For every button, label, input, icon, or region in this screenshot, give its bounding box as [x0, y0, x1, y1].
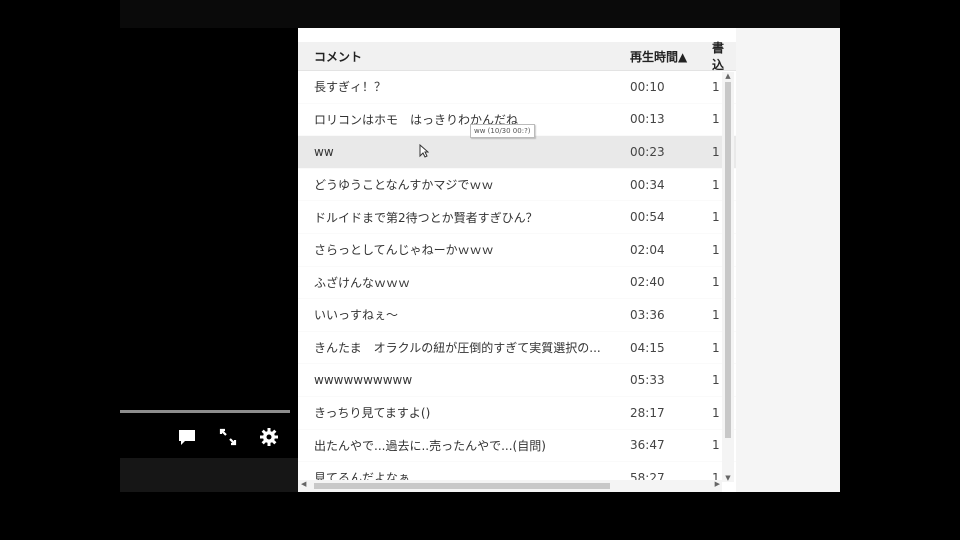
top-bar — [120, 0, 840, 28]
table-row[interactable]: ドルイドまで第2待つとか賢者すぎひん？ 00:54 1 — [298, 201, 736, 234]
table-row[interactable]: どうゆうことなんすかマジでｗｗ 00:34 1 — [298, 169, 736, 202]
playback-time: 28:17 — [630, 405, 665, 420]
table-row[interactable]: 長すぎィ！？ 00:10 1 — [298, 71, 736, 104]
comment-text: 出たんやで...過去に..売ったんやで...(自問) — [314, 438, 546, 453]
horizontal-scroll-thumb[interactable] — [314, 483, 610, 489]
comment-tooltip: ww (10/30 00:?) — [470, 124, 535, 138]
playback-time: 36:47 — [630, 438, 665, 453]
playback-time: 05:33 — [630, 373, 665, 388]
letterbox-left — [0, 0, 120, 540]
scroll-up-icon[interactable]: ▲ — [724, 72, 732, 80]
table-row[interactable]: ふざけんなｗｗｗ 02:40 1 — [298, 267, 736, 300]
comment-text: ww — [314, 144, 334, 159]
playback-time: 00:13 — [630, 112, 665, 127]
comment-table: コメント 再生時間▲ 書込 長すぎィ！？ 00:10 1 ロリコンはホモ はっき… — [298, 39, 736, 492]
table-row[interactable]: いいっすねぇ～ 03:36 1 — [298, 299, 736, 332]
table-header: コメント 再生時間▲ 書込 — [298, 39, 736, 73]
player-footer — [120, 458, 298, 492]
comment-text: どうゆうことなんすかマジでｗｗ — [314, 178, 494, 193]
comment-icon[interactable] — [176, 426, 198, 448]
player-controls — [120, 416, 298, 456]
column-header-comment[interactable]: コメント — [298, 48, 630, 65]
comment-text: きっちり見てますよ() — [314, 406, 431, 421]
comment-text: ドルイドまで第2待つとか賢者すぎひん？ — [314, 210, 538, 225]
table-row-selected[interactable]: ww 00:23 1 — [298, 136, 736, 169]
scroll-right-icon[interactable]: ▶ — [715, 480, 720, 488]
table-row[interactable]: wwwwwwwwww 05:33 1 — [298, 364, 736, 397]
column-header-posted[interactable]: 書込 — [712, 39, 732, 73]
comment-list-panel: コメント 再生時間▲ 書込 長すぎィ！？ 00:10 1 ロリコンはホモ はっき… — [298, 28, 840, 492]
comment-text: wwwwwwwwww — [314, 373, 413, 388]
table-row[interactable]: きっちり見てますよ() 28:17 1 — [298, 397, 736, 430]
playback-time: 04:15 — [630, 340, 665, 355]
playback-time: 03:36 — [630, 307, 665, 322]
column-header-time[interactable]: 再生時間▲ — [630, 48, 712, 65]
letterbox-right — [840, 0, 960, 540]
seek-bar[interactable] — [120, 410, 290, 413]
comment-text: いいっすねぇ～ — [314, 308, 399, 323]
vertical-scrollbar[interactable]: ▲ ▼ — [722, 72, 734, 482]
panel-background — [736, 28, 840, 492]
comment-text: ふざけんなｗｗｗ — [314, 275, 411, 290]
gear-icon[interactable] — [258, 426, 280, 448]
playback-time: 02:40 — [630, 275, 665, 290]
playback-time: 00:23 — [630, 144, 665, 159]
horizontal-scrollbar[interactable]: ◀ ▶ — [298, 480, 722, 492]
scroll-down-icon[interactable]: ▼ — [724, 474, 732, 482]
playback-time: 00:10 — [630, 79, 665, 94]
playback-time: 00:54 — [630, 210, 665, 225]
table-row[interactable]: きんたま オラクルの紐が圧倒的すぎて実質選択の... 04:15 1 — [298, 332, 736, 365]
mouse-cursor-icon — [419, 143, 430, 158]
playback-time: 00:34 — [630, 177, 665, 192]
comment-text: さらっとしてんじゃねーかｗｗｗ — [314, 243, 494, 258]
table-row[interactable]: 出たんやで...過去に..売ったんやで...(自問) 36:47 1 — [298, 430, 736, 463]
video-area[interactable] — [120, 28, 298, 408]
vertical-scroll-thumb[interactable] — [725, 82, 731, 438]
scroll-left-icon[interactable]: ◀ — [301, 480, 306, 488]
comment-text: ロリコンはホモ はっきりわかんだね — [314, 112, 519, 127]
table-row[interactable]: さらっとしてんじゃねーかｗｗｗ 02:04 1 — [298, 234, 736, 267]
fullscreen-icon[interactable] — [217, 426, 239, 448]
comment-text: きんたま オラクルの紐が圧倒的すぎて実質選択の... — [314, 341, 601, 356]
comment-text: 長すぎィ！？ — [314, 80, 387, 95]
playback-time: 02:04 — [630, 242, 665, 257]
